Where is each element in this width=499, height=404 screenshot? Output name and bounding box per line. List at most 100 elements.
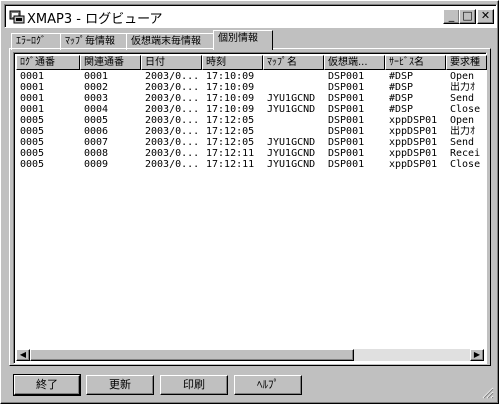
cell-map-name: JYU1GCND: [267, 148, 316, 159]
horizontal-scrollbar[interactable]: ◀ ▶: [16, 349, 484, 361]
cell-service-name: xppDSP01: [389, 126, 438, 137]
minimize-button[interactable]: _: [443, 9, 460, 24]
cell-virtual-terminal: DSP001: [328, 82, 365, 93]
cell-related-number: 0008: [84, 148, 109, 159]
update-button[interactable]: 更新: [86, 375, 154, 395]
cell-related-number: 0003: [84, 93, 109, 104]
cell-request-type: Open: [450, 115, 475, 126]
table-row[interactable]: 0001 0004 2003/0... 17:10:09 JYU1GCND DSP001 #…: [16, 104, 482, 115]
cell-request-type: Send: [450, 93, 475, 104]
main-window: XMAP3 - ログビューア _ □ ✕ ｴﾗｰﾛｸﾞ ﾏｯﾌﾟ毎情報 仮想端末…: [0, 0, 499, 404]
cell-related-number: 0001: [84, 71, 109, 82]
cell-time: 17:10:09: [206, 93, 255, 104]
cell-service-name: #DSP: [389, 82, 414, 93]
cell-log-number: 0005: [20, 115, 45, 126]
table-row[interactable]: 0001 0001 2003/0... 17:10:09 DSP001 #DSP Open: [16, 71, 482, 82]
cell-log-number: 0001: [20, 93, 45, 104]
column-header-request-type[interactable]: 要求種: [446, 55, 487, 70]
cell-request-type: 出力ｵ: [450, 82, 475, 93]
maximize-button[interactable]: □: [459, 9, 476, 24]
cell-service-name: xppDSP01: [389, 159, 438, 170]
cell-log-number: 0001: [20, 104, 45, 115]
cell-related-number: 0004: [84, 104, 109, 115]
cell-virtual-terminal: DSP001: [328, 159, 365, 170]
table-row[interactable]: 0005 0009 2003/0... 17:12:11 JYU1GCND DSP001 x…: [16, 159, 482, 170]
cell-request-type: Close: [450, 159, 481, 170]
cell-service-name: xppDSP01: [389, 137, 438, 148]
cell-service-name: #DSP: [389, 71, 414, 82]
cell-request-type: Open: [450, 71, 475, 82]
title-bar[interactable]: XMAP3 - ログビューア _ □ ✕: [4, 4, 497, 28]
cell-virtual-terminal: DSP001: [328, 71, 365, 82]
cell-date: 2003/0...: [145, 104, 200, 115]
resize-grip-icon[interactable]: [482, 387, 494, 399]
cell-time: 17:12:11: [206, 159, 255, 170]
cell-request-type: Recei: [450, 148, 481, 159]
column-header-log-number[interactable]: ﾛｸﾞ通番: [16, 55, 80, 70]
end-button[interactable]: 終了: [13, 374, 81, 396]
cell-time: 17:12:05: [206, 126, 255, 137]
cell-date: 2003/0...: [145, 71, 200, 82]
cell-service-name: #DSP: [389, 93, 414, 104]
table-row[interactable]: 0001 0002 2003/0... 17:10:09 DSP001 #DSP 出力ｵ: [16, 82, 482, 93]
table-row[interactable]: 0005 0006 2003/0... 17:12:05 DSP001 xppDSP01 出…: [16, 126, 482, 137]
cell-virtual-terminal: DSP001: [328, 137, 365, 148]
table-row[interactable]: 0001 0003 2003/0... 17:10:09 JYU1GCND DSP001 #…: [16, 93, 482, 104]
scroll-left-button[interactable]: ◀: [16, 349, 30, 361]
cell-virtual-terminal: DSP001: [328, 104, 365, 115]
cell-request-type: 出力ｵ: [450, 126, 475, 137]
cell-service-name: xppDSP01: [389, 115, 438, 126]
cell-service-name: xppDSP01: [389, 148, 438, 159]
cell-related-number: 0002: [84, 82, 109, 93]
cell-service-name: #DSP: [389, 104, 414, 115]
cell-time: 17:10:09: [206, 82, 255, 93]
cell-virtual-terminal: DSP001: [328, 126, 365, 137]
log-list[interactable]: ﾛｸﾞ通番 関連通番 日付 時刻 ﾏｯﾌﾟ名 仮想端... ｻｰﾋﾞｽ名 要求種…: [13, 52, 487, 364]
cell-date: 2003/0...: [145, 115, 200, 126]
app-icon: [9, 10, 25, 24]
table-row[interactable]: 0005 0008 2003/0... 17:12:11 JYU1GCND DSP001 x…: [16, 148, 482, 159]
table-row[interactable]: 0005 0005 2003/0... 17:12:05 DSP001 xppDSP01 O…: [16, 115, 482, 126]
cell-time: 17:12:05: [206, 115, 255, 126]
cell-log-number: 0001: [20, 71, 45, 82]
cell-related-number: 0009: [84, 159, 109, 170]
cell-time: 17:10:09: [206, 104, 255, 115]
column-header-time[interactable]: 時刻: [202, 55, 263, 70]
table-row[interactable]: 0005 0007 2003/0... 17:12:05 JYU1GCND DSP001 x…: [16, 137, 482, 148]
cell-related-number: 0006: [84, 126, 109, 137]
print-button[interactable]: 印刷: [160, 375, 228, 395]
scroll-thumb[interactable]: [30, 349, 354, 361]
cell-map-name: JYU1GCND: [267, 93, 316, 104]
cell-time: 17:12:11: [206, 148, 255, 159]
cell-virtual-terminal: DSP001: [328, 93, 365, 104]
column-header-service-name[interactable]: ｻｰﾋﾞｽ名: [385, 55, 446, 70]
cell-request-type: Send: [450, 137, 475, 148]
cell-related-number: 0005: [84, 115, 109, 126]
cell-date: 2003/0...: [145, 159, 200, 170]
cell-log-number: 0005: [20, 148, 45, 159]
cell-map-name: JYU1GCND: [267, 104, 316, 115]
column-header-date[interactable]: 日付: [141, 55, 202, 70]
cell-log-number: 0005: [20, 159, 45, 170]
column-header-map-name[interactable]: ﾏｯﾌﾟ名: [263, 55, 324, 70]
cell-related-number: 0007: [84, 137, 109, 148]
cell-time: 17:12:05: [206, 137, 255, 148]
cell-date: 2003/0...: [145, 93, 200, 104]
window-title: XMAP3 - ログビューア: [27, 12, 163, 27]
help-button[interactable]: ﾍﾙﾌﾟ: [234, 375, 302, 395]
cell-log-number: 0005: [20, 137, 45, 148]
close-button[interactable]: ✕: [477, 9, 494, 24]
cell-request-type: Close: [450, 104, 481, 115]
column-header-related-number[interactable]: 関連通番: [80, 55, 141, 70]
cell-map-name: JYU1GCND: [267, 137, 316, 148]
scroll-right-button[interactable]: ▶: [470, 349, 484, 361]
cell-log-number: 0001: [20, 82, 45, 93]
cell-virtual-terminal: DSP001: [328, 148, 365, 159]
cell-date: 2003/0...: [145, 148, 200, 159]
tab-individual-info[interactable]: 個別情報: [213, 30, 273, 50]
column-header-virtual-terminal[interactable]: 仮想端...: [324, 55, 385, 70]
cell-date: 2003/0...: [145, 126, 200, 137]
cell-virtual-terminal: DSP001: [328, 115, 365, 126]
cell-time: 17:10:09: [206, 71, 255, 82]
cell-date: 2003/0...: [145, 82, 200, 93]
